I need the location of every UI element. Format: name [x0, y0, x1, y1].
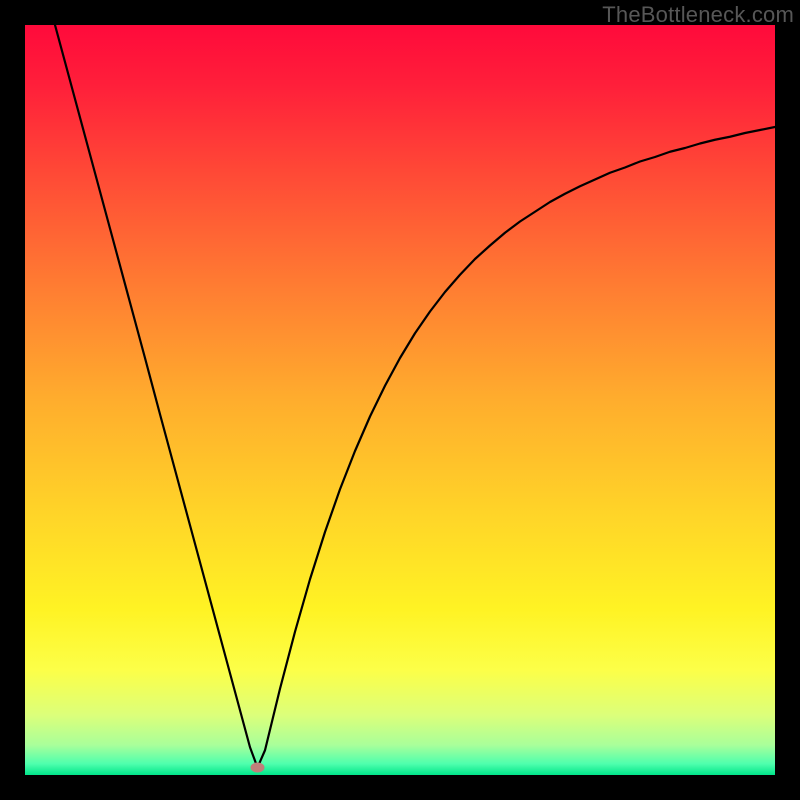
plot-area — [25, 25, 775, 775]
bottleneck-chart — [25, 25, 775, 775]
gradient-background — [25, 25, 775, 775]
minimum-marker — [251, 763, 265, 773]
chart-container: TheBottleneck.com — [0, 0, 800, 800]
